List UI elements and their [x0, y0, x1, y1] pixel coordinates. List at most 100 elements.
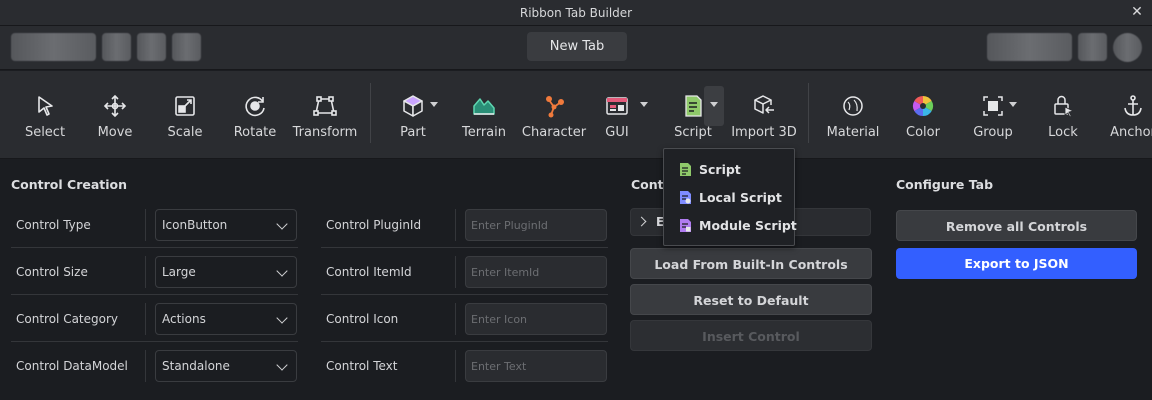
menu-item-script[interactable]: Script — [664, 156, 794, 182]
avatar[interactable] — [1113, 33, 1142, 62]
blurred-action-2[interactable] — [1078, 33, 1107, 61]
group-icon — [983, 96, 1003, 116]
blurred-tab-4[interactable] — [172, 33, 201, 61]
insert-control-button[interactable]: Insert Control — [630, 320, 872, 351]
control-text-input[interactable] — [465, 350, 607, 382]
row-separator — [11, 294, 298, 295]
top-bar: New Tab — [0, 26, 1152, 70]
lock-icon — [1054, 95, 1075, 118]
row-divider — [145, 256, 146, 288]
menu-item-local-script-label: Local Script — [699, 190, 782, 205]
import-3d-icon — [754, 95, 774, 114]
control-size-select[interactable]: Large — [155, 256, 297, 288]
row-divider — [145, 209, 146, 241]
row-separator — [11, 247, 298, 248]
control-icon-input[interactable] — [465, 303, 607, 335]
new-tab-button[interactable]: New Tab — [527, 32, 627, 61]
tool-anchor[interactable]: Anchor — [1093, 71, 1152, 158]
tool-part-label: Part — [400, 125, 426, 140]
remove-all-controls-button[interactable]: Remove all Controls — [896, 210, 1137, 241]
close-icon[interactable]: ✕ — [1130, 4, 1144, 20]
blurred-tab-2[interactable] — [102, 33, 131, 61]
tool-import-3d[interactable]: Import 3D — [724, 71, 804, 158]
ribbon-separator — [808, 83, 809, 143]
tool-material[interactable]: Material — [813, 71, 893, 158]
menu-item-local-script[interactable]: Local Script — [664, 184, 794, 210]
tool-anchor-label: Anchor — [1110, 125, 1152, 140]
row-divider — [455, 256, 456, 288]
chevron-down-icon — [276, 218, 288, 230]
tool-scale-label: Scale — [167, 125, 203, 140]
reset-to-default-button[interactable]: Reset to Default — [630, 284, 872, 315]
control-itemid-label: Control ItemId — [326, 265, 412, 279]
scale-box-icon — [175, 96, 195, 116]
blurred-action-1[interactable] — [987, 33, 1072, 61]
row-divider — [455, 209, 456, 241]
script-icon — [685, 95, 702, 117]
move-arrows-icon — [103, 94, 127, 118]
control-type-value: IconButton — [162, 218, 228, 232]
control-datamodel-value: Standalone — [162, 359, 230, 373]
cube-icon — [403, 95, 423, 117]
tool-terrain-label: Terrain — [461, 125, 506, 140]
load-built-in-controls-button[interactable]: Load From Built-In Controls — [630, 248, 872, 279]
export-to-json-button[interactable]: Export to JSON — [896, 248, 1137, 279]
part-dropdown-caret-icon[interactable] — [430, 102, 438, 107]
tool-terrain[interactable]: Terrain — [444, 71, 524, 158]
row-separator — [321, 247, 608, 248]
script-dropdown-caret-icon — [710, 102, 718, 107]
menu-item-module-script[interactable]: Module Script — [664, 212, 797, 238]
control-pluginid-label: Control PluginId — [326, 218, 422, 232]
row-divider — [455, 303, 456, 335]
control-datamodel-select[interactable]: Standalone — [155, 350, 297, 382]
tool-rotate[interactable]: Rotate — [215, 71, 295, 158]
row-separator — [11, 341, 298, 342]
control-pluginid-input[interactable] — [465, 209, 607, 241]
tool-gui[interactable]: GUI — [577, 71, 657, 158]
terrain-icon — [473, 98, 495, 115]
configure-tab-title: Configure Tab — [896, 177, 994, 192]
title-bar: Ribbon Tab Builder ✕ — [0, 0, 1152, 26]
row-divider — [145, 303, 146, 335]
row-divider — [455, 350, 456, 382]
chevron-down-icon — [276, 359, 288, 371]
chevron-right-icon — [636, 216, 647, 227]
chevron-down-icon — [276, 312, 288, 324]
tool-transform[interactable]: Transform — [285, 71, 365, 158]
control-size-label: Control Size — [16, 265, 88, 279]
control-type-label: Control Type — [16, 218, 91, 232]
tool-color[interactable]: Color — [883, 71, 963, 158]
control-category-label: Control Category — [16, 312, 119, 326]
tool-scale[interactable]: Scale — [145, 71, 225, 158]
gui-dropdown-caret-icon[interactable] — [640, 102, 648, 107]
window-title: Ribbon Tab Builder — [519, 6, 633, 20]
tool-move[interactable]: Move — [75, 71, 155, 158]
control-category-value: Actions — [162, 312, 206, 326]
tool-rotate-label: Rotate — [233, 125, 277, 140]
gui-window-icon — [606, 97, 628, 115]
row-separator — [321, 341, 608, 342]
blurred-tab-1[interactable] — [11, 33, 96, 61]
tool-part[interactable]: Part — [373, 71, 453, 158]
character-rig-icon — [546, 96, 564, 118]
control-icon-label: Control Icon — [326, 312, 399, 326]
local-script-icon — [680, 191, 691, 204]
ribbon-toolbar: Select Move Scale Rotate Transform Part … — [0, 71, 1152, 159]
tool-group[interactable]: Group — [953, 71, 1033, 158]
control-datamodel-label: Control DataModel — [16, 359, 128, 373]
tool-select[interactable]: Select — [5, 71, 85, 158]
control-category-select[interactable]: Actions — [155, 303, 297, 335]
rotate-icon — [245, 96, 265, 117]
control-type-select[interactable]: IconButton — [155, 209, 297, 241]
row-separator — [321, 294, 608, 295]
tool-group-label: Group — [973, 125, 1013, 140]
tool-select-label: Select — [24, 125, 66, 140]
blurred-tab-3[interactable] — [137, 33, 166, 61]
control-creation-title: Control Creation — [11, 177, 128, 192]
group-dropdown-caret-icon[interactable] — [1009, 102, 1017, 107]
tool-lock[interactable]: Lock — [1023, 71, 1103, 158]
module-script-icon — [680, 219, 691, 232]
script-dropdown-button[interactable] — [704, 86, 724, 126]
cursor-arrow-icon — [38, 96, 53, 116]
control-itemid-input[interactable] — [465, 256, 607, 288]
